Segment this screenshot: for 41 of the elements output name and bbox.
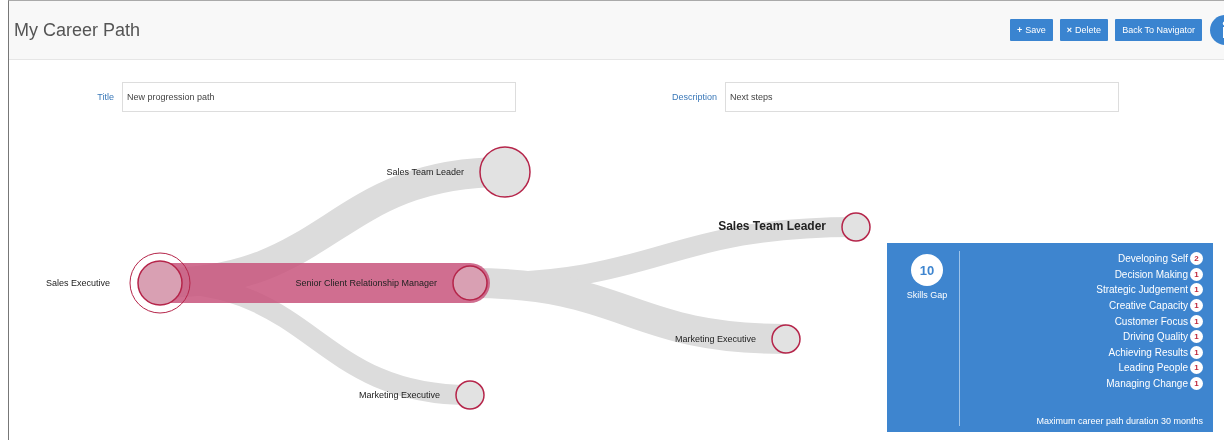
count-badge: 1 [1190,314,1203,328]
count-badge: 1 [1190,299,1203,313]
skill-name: Leading People [1118,362,1188,374]
path-node[interactable] [841,212,871,242]
path-node[interactable] [479,146,531,198]
toolbar-button[interactable]: + Save [1010,19,1053,41]
count-badge: 1 [1190,377,1203,391]
node-label: Sales Team Leader [718,219,826,233]
field-label: Title [96,92,114,102]
skills-gap-label: Skills Gap [906,290,948,300]
count-badge: 2 [1190,252,1203,266]
count-badge: 1 [1190,330,1203,344]
skill-name: Creative Capacity [1109,300,1188,312]
node-label: Senior Client Relationship Manager [295,278,437,288]
skill-name: Managing Change [1106,378,1188,390]
count-badge: 1 [1190,345,1203,359]
count-badge: 1 [1190,267,1203,281]
toolbar-button[interactable]: Back To Navigator [1115,19,1202,41]
path-node[interactable] [771,324,801,354]
skill-name: Developing Self [1117,253,1188,265]
count-badge: 1 [1190,283,1203,297]
path-node[interactable] [129,252,191,314]
node-label: Marketing Executive [358,390,440,400]
skills-gap-count: 10 [911,254,943,286]
node-label: Sales Executive [45,278,110,288]
duration-note: Maximum career path duration 30 months [1036,416,1203,426]
count-badge: 1 [1190,361,1203,375]
node-label: Sales Team Leader [386,167,464,177]
node-label: Marketing Executive [674,334,756,344]
toolbar-button[interactable]: × Delete [1059,19,1109,41]
text-field[interactable]: New progression path [122,82,516,112]
skill-name: Achieving Results [1108,346,1188,358]
page-title: My Career Path [14,19,142,41]
field-label: Description [670,92,717,102]
path-node[interactable] [452,265,488,301]
path-node[interactable] [455,380,485,410]
skill-name: Strategic Judgement [1096,284,1188,296]
text-field[interactable]: Next steps [725,82,1119,112]
skill-name: Driving Quality [1122,331,1188,343]
skill-name: Customer Focus [1114,315,1188,327]
skill-name: Decision Making [1114,268,1188,280]
